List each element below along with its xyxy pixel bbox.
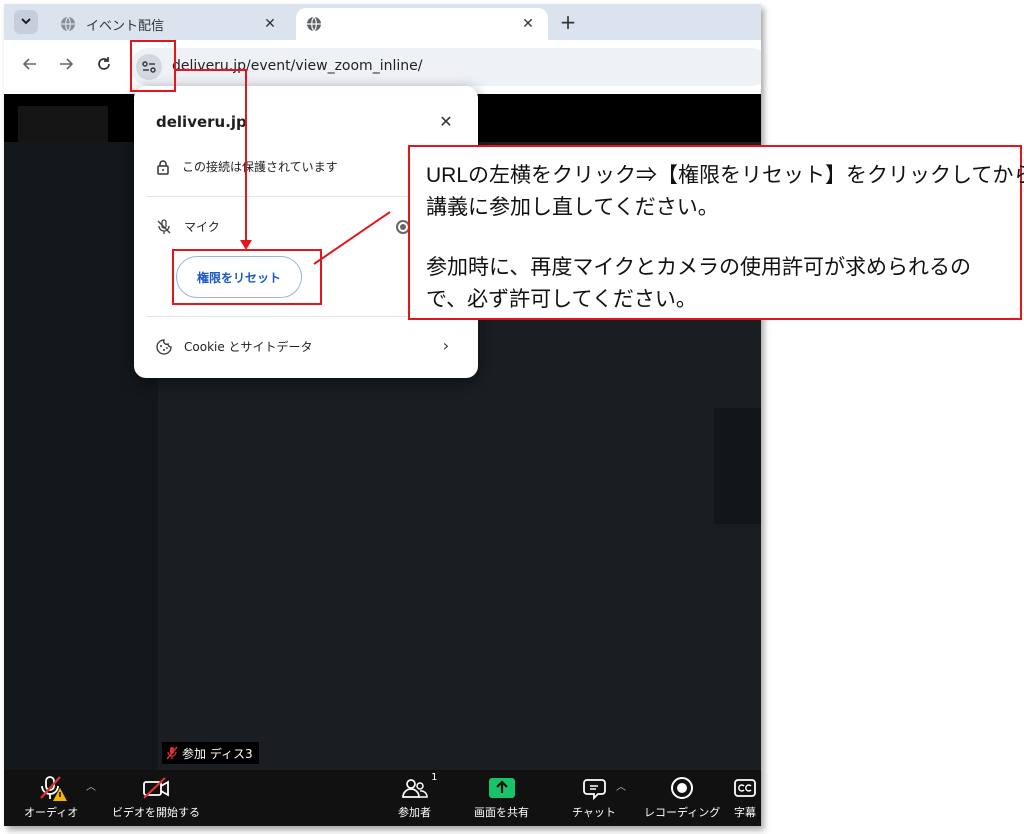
callout-line-3: 参加時に、再度マイクとカメラの使用許可が求められるの bbox=[426, 256, 971, 279]
callout-line-2: 講義に参加し直してください。 bbox=[426, 196, 719, 219]
arrow-head bbox=[240, 240, 252, 250]
callout-pointer bbox=[313, 211, 391, 265]
arrow-line bbox=[176, 69, 247, 240]
callout-line-4: で、必ず許可してください。 bbox=[426, 288, 697, 311]
annotation-arrows bbox=[176, 69, 391, 265]
callout-line-1: URLの左横をクリック⇒【権限をリセット】をクリックしてから、 bbox=[426, 164, 1024, 187]
instruction-callout: URLの左横をクリック⇒【権限をリセット】をクリックしてから、 講義に参加し直し… bbox=[408, 145, 1024, 320]
